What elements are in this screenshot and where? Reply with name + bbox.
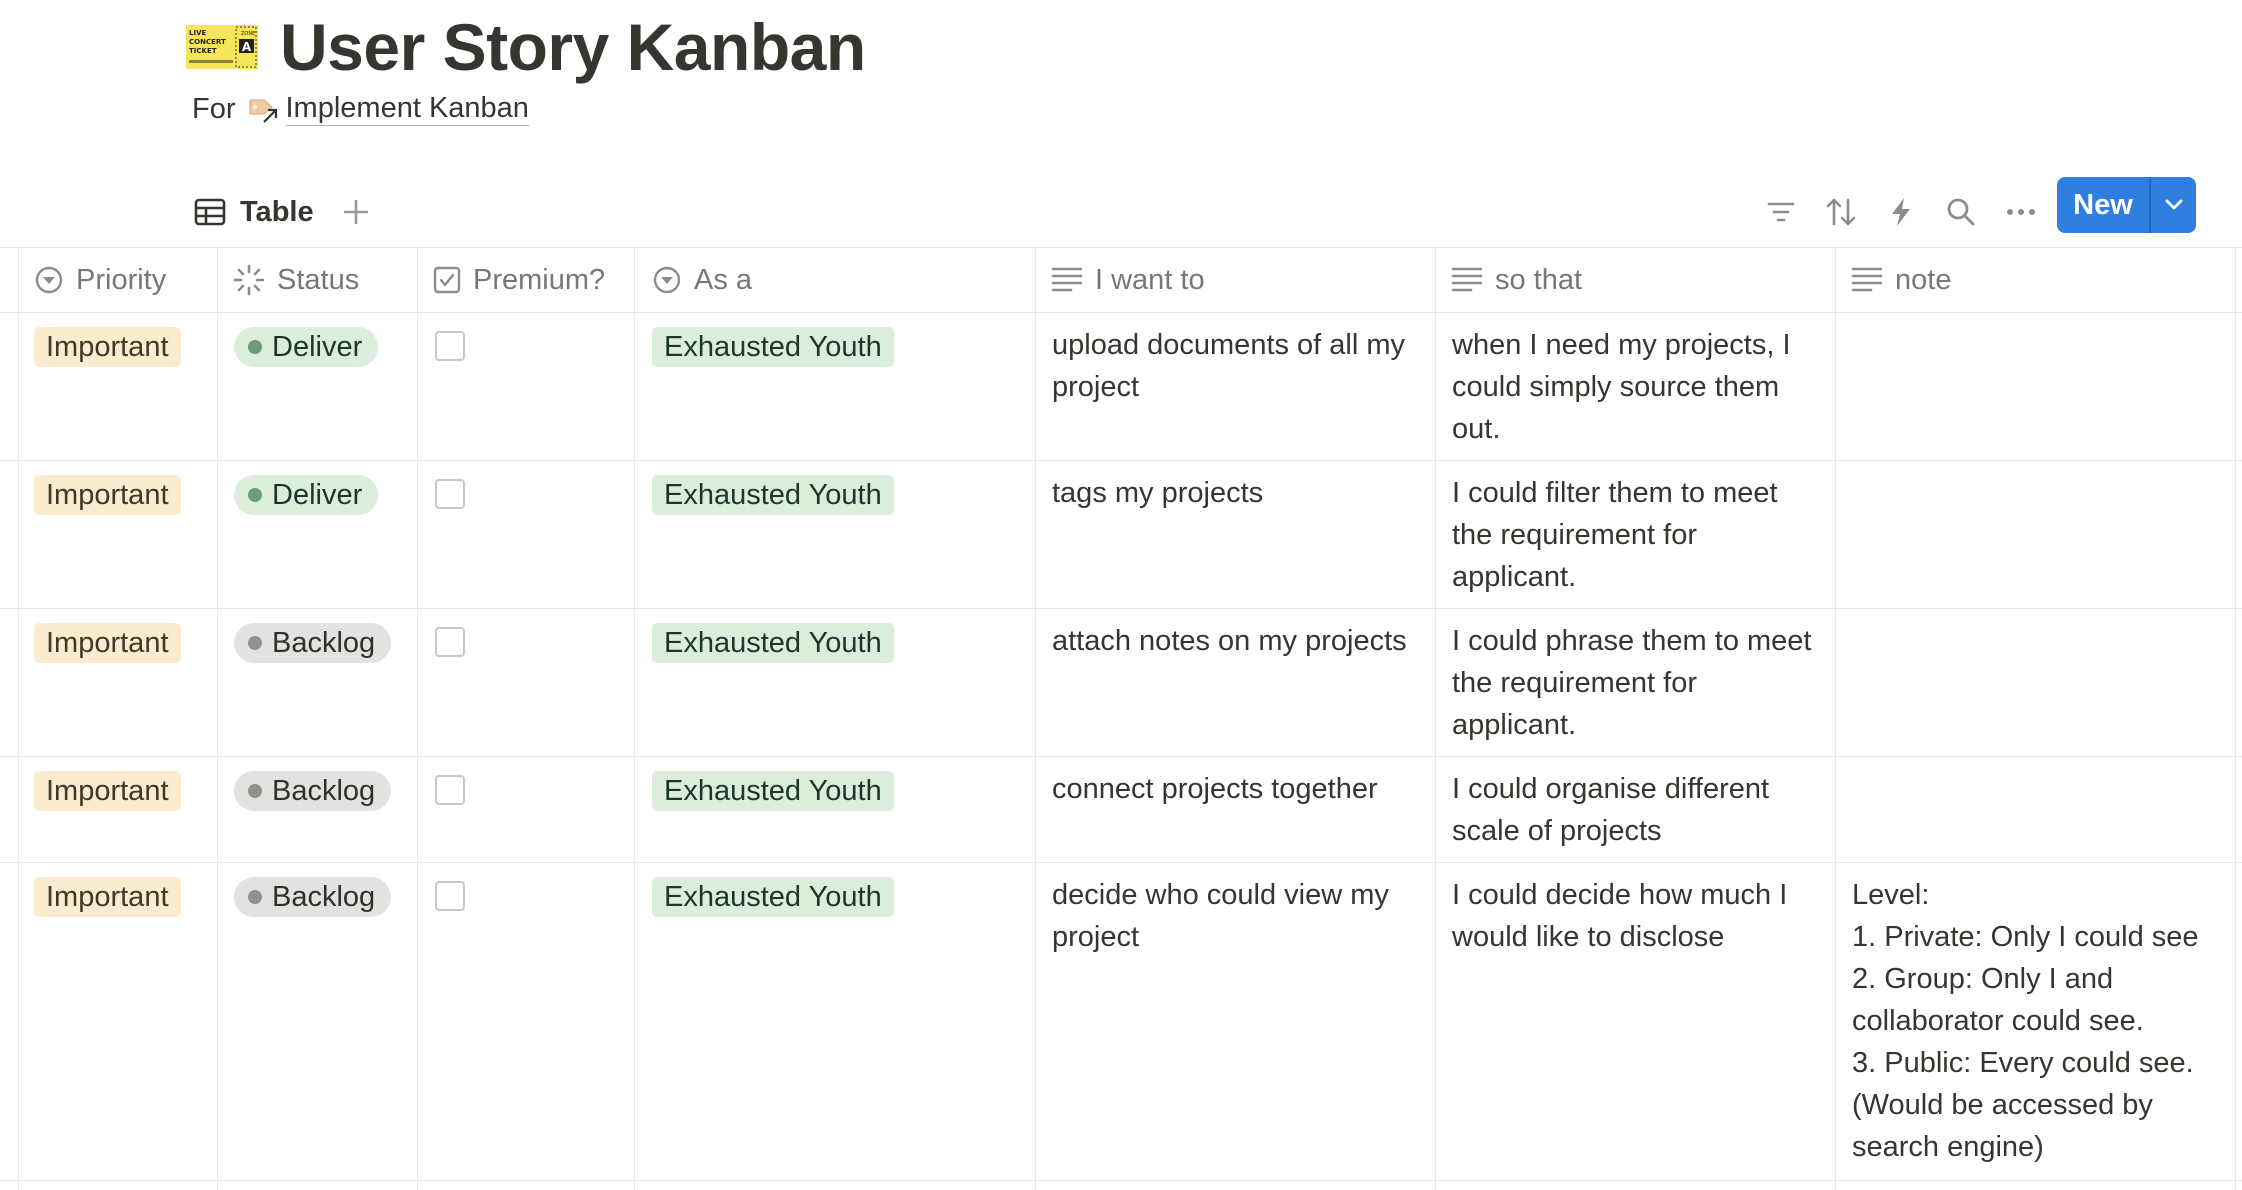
priority-tag[interactable]: Important [34, 877, 181, 917]
so-that-cell[interactable]: I could filter them to meet the requirem… [1452, 472, 1778, 598]
page-header: A ZONE LIVE CONCERT TICKET User Story Ka… [186, 10, 866, 84]
note-cell[interactable]: Level: 1. Private: Only I could see 2. G… [1852, 874, 2199, 1168]
relation-link[interactable]: Implement Kanban [285, 92, 529, 127]
want-cell[interactable]: tags my projects [1052, 472, 1263, 514]
column-label: Premium? [473, 263, 606, 296]
select-icon [653, 266, 681, 294]
checkbox-icon [433, 266, 461, 294]
column-header-status[interactable]: Status [233, 247, 359, 313]
automation-bolt-icon[interactable] [1881, 192, 1921, 232]
status-icon [233, 264, 265, 296]
persona-tag[interactable]: Exhausted Youth [652, 623, 894, 663]
so-that-cell[interactable]: I could organise different scale of proj… [1452, 768, 1769, 852]
premium-checkbox[interactable] [435, 331, 465, 361]
status-label: Deliver [272, 479, 363, 511]
persona-tag[interactable]: Exhausted Youth [652, 327, 894, 367]
database-toolbar: Table New [0, 176, 2242, 248]
status-dot-icon [248, 890, 262, 904]
status-dot-icon [248, 340, 262, 354]
persona-tag[interactable]: Exhausted Youth [652, 475, 894, 515]
want-cell[interactable]: decide who could view my project [1052, 874, 1389, 958]
premium-checkbox[interactable] [435, 775, 465, 805]
text-icon [1851, 267, 1883, 292]
premium-checkbox[interactable] [435, 881, 465, 911]
filter-icon[interactable] [1761, 192, 1801, 232]
column-header-so-that[interactable]: so that [1451, 247, 1582, 313]
status-dot-icon [248, 636, 262, 650]
status-pill[interactable]: Deliver [234, 475, 379, 515]
select-icon [35, 266, 63, 294]
status-pill[interactable]: Deliver [234, 327, 379, 367]
priority-tag[interactable]: Important [34, 475, 181, 515]
table-icon [194, 198, 226, 226]
concert-ticket-icon[interactable]: A ZONE LIVE CONCERT TICKET [186, 25, 258, 69]
priority-tag[interactable]: Important [34, 771, 181, 811]
ticket-zone-letter: A [242, 40, 252, 54]
premium-checkbox[interactable] [435, 627, 465, 657]
more-icon[interactable] [2001, 192, 2041, 232]
sort-icon[interactable] [1821, 192, 1861, 232]
status-label: Backlog [272, 775, 376, 807]
status-label: Deliver [272, 331, 363, 363]
ticket-zone-text: ZONE [241, 31, 255, 37]
status-pill[interactable]: Backlog [234, 877, 392, 917]
new-button[interactable]: New [2057, 177, 2196, 233]
new-button-label: New [2073, 188, 2133, 221]
want-cell[interactable]: attach notes on my projects [1052, 620, 1407, 662]
status-label: Backlog [272, 881, 376, 913]
search-icon[interactable] [1941, 192, 1981, 232]
text-icon [1051, 267, 1083, 292]
priority-tag[interactable]: Important [34, 327, 181, 367]
status-pill[interactable]: Backlog [234, 771, 392, 811]
status-label: Backlog [272, 627, 376, 659]
column-label: Priority [76, 263, 167, 296]
page-title[interactable]: User Story Kanban [280, 9, 866, 85]
persona-tag[interactable]: Exhausted Youth [652, 877, 894, 917]
relation-property: For Implement Kanban [192, 92, 529, 127]
ticket-concert-text: CONCERT [189, 38, 226, 46]
persona-tag[interactable]: Exhausted Youth [652, 771, 894, 811]
so-that-cell[interactable]: I could decide how much I would like to … [1452, 874, 1787, 958]
column-header-as-a[interactable]: As a [652, 247, 752, 313]
plus-icon [344, 200, 368, 224]
text-icon [1451, 267, 1483, 292]
priority-tag[interactable]: Important [34, 623, 181, 663]
column-header-i-want-to[interactable]: I want to [1051, 247, 1205, 313]
for-label: For [192, 92, 236, 125]
column-label: As a [694, 263, 753, 296]
so-that-cell[interactable]: I could phrase them to meet the requirem… [1452, 620, 1811, 746]
status-pill[interactable]: Backlog [234, 623, 392, 663]
column-header-premium[interactable]: Premium? [433, 247, 605, 313]
ticket-live-text: LIVE [189, 29, 206, 37]
add-view-button[interactable] [334, 190, 378, 234]
tab-table-label: Table [240, 195, 314, 228]
status-dot-icon [248, 784, 262, 798]
want-cell[interactable]: upload documents of all my project [1052, 324, 1405, 408]
want-cell[interactable]: connect projects together [1052, 768, 1378, 810]
column-label: Status [277, 263, 360, 296]
chevron-down-icon[interactable] [2151, 199, 2196, 211]
status-dot-icon [248, 488, 262, 502]
tag-link-icon [246, 92, 280, 126]
column-label: note [1895, 263, 1952, 296]
ticket-ticket-text: TICKET [189, 47, 217, 55]
column-header-priority[interactable]: Priority [34, 247, 166, 313]
column-label: I want to [1095, 263, 1205, 296]
premium-checkbox[interactable] [435, 479, 465, 509]
so-that-cell[interactable]: when I need my projects, I could simply … [1452, 324, 1791, 450]
tab-table-view[interactable]: Table [194, 190, 314, 234]
column-header-note[interactable]: note [1851, 247, 1951, 313]
column-label: so that [1495, 263, 1583, 296]
